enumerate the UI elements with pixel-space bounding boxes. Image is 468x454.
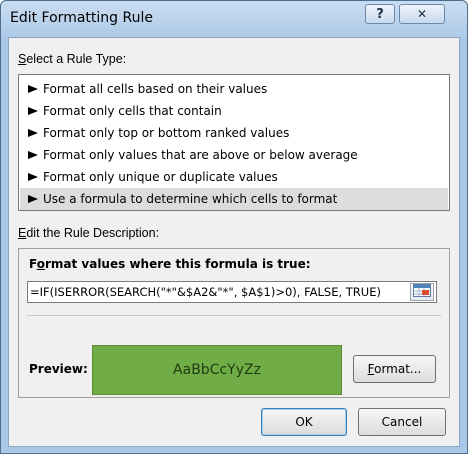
rule-type-item-all-cells[interactable]: Format all cells based on their values xyxy=(20,78,448,100)
rule-type-item-label: Format only cells that contain xyxy=(43,104,222,118)
rule-type-item-label: Format all cells based on their values xyxy=(43,82,268,96)
rule-type-item-label: Format only unique or duplicate values xyxy=(43,170,278,184)
preview-label: Preview: xyxy=(29,362,88,376)
rule-type-item-use-formula[interactable]: Use a formula to determine which cells t… xyxy=(20,188,448,210)
preview-sample: AaBbCcYyZz xyxy=(92,345,342,395)
ok-button[interactable]: OK xyxy=(261,408,347,436)
close-button[interactable]: ✕ xyxy=(399,4,445,24)
help-button[interactable]: ? xyxy=(365,4,395,24)
rule-type-item-unique-duplicate[interactable]: Format only unique or duplicate values xyxy=(20,166,448,188)
divider xyxy=(27,315,441,316)
rule-type-item-label: Format only top or bottom ranked values xyxy=(43,126,290,140)
preview-sample-text: AaBbCcYyZz xyxy=(173,362,261,378)
arrow-icon xyxy=(28,106,38,116)
formula-text: =IF(ISERROR(SEARCH("*"&$A2&"*", $A$1)>0)… xyxy=(30,285,381,299)
ok-button-label: OK xyxy=(295,415,313,429)
formula-input[interactable]: =IF(ISERROR(SEARCH("*"&$A2&"*", $A$1)>0)… xyxy=(27,281,437,303)
dialog-title: Edit Formatting Rule xyxy=(10,10,153,26)
range-selector-button[interactable] xyxy=(410,283,434,301)
rule-type-label: Select a Rule Type: xyxy=(18,52,127,66)
arrow-icon xyxy=(28,172,38,182)
collapse-dialog-icon xyxy=(413,284,431,300)
rule-type-item-label: Use a formula to determine which cells t… xyxy=(43,192,338,206)
arrow-icon xyxy=(28,128,38,138)
format-button[interactable]: Format... xyxy=(353,355,436,383)
title-bar: Edit Formatting Rule ? ✕ xyxy=(1,1,467,37)
help-icon: ? xyxy=(376,6,384,22)
cancel-button-label: Cancel xyxy=(381,415,423,429)
format-button-label: Format... xyxy=(367,362,422,376)
close-icon: ✕ xyxy=(416,7,428,21)
arrow-icon xyxy=(28,84,38,94)
arrow-icon xyxy=(28,194,38,204)
rule-type-item-top-bottom[interactable]: Format only top or bottom ranked values xyxy=(20,122,448,144)
rule-type-item-above-below-average[interactable]: Format only values that are above or bel… xyxy=(20,144,448,166)
arrow-icon xyxy=(28,150,38,160)
cancel-button[interactable]: Cancel xyxy=(358,408,446,436)
edit-formatting-rule-dialog: Edit Formatting Rule ? ✕ Select a Rule T… xyxy=(0,0,468,454)
rule-type-list[interactable]: Format all cells based on their values F… xyxy=(18,74,450,211)
rule-type-item-label: Format only values that are above or bel… xyxy=(43,148,358,162)
rule-type-item-cells-contain[interactable]: Format only cells that contain xyxy=(20,100,448,122)
rule-description-group: Format values where this formula is true… xyxy=(18,248,450,398)
dialog-body: Select a Rule Type: Format all cells bas… xyxy=(8,37,460,447)
formula-heading: Format values where this formula is true… xyxy=(29,257,311,271)
rule-description-label: Edit the Rule Description: xyxy=(18,226,160,240)
